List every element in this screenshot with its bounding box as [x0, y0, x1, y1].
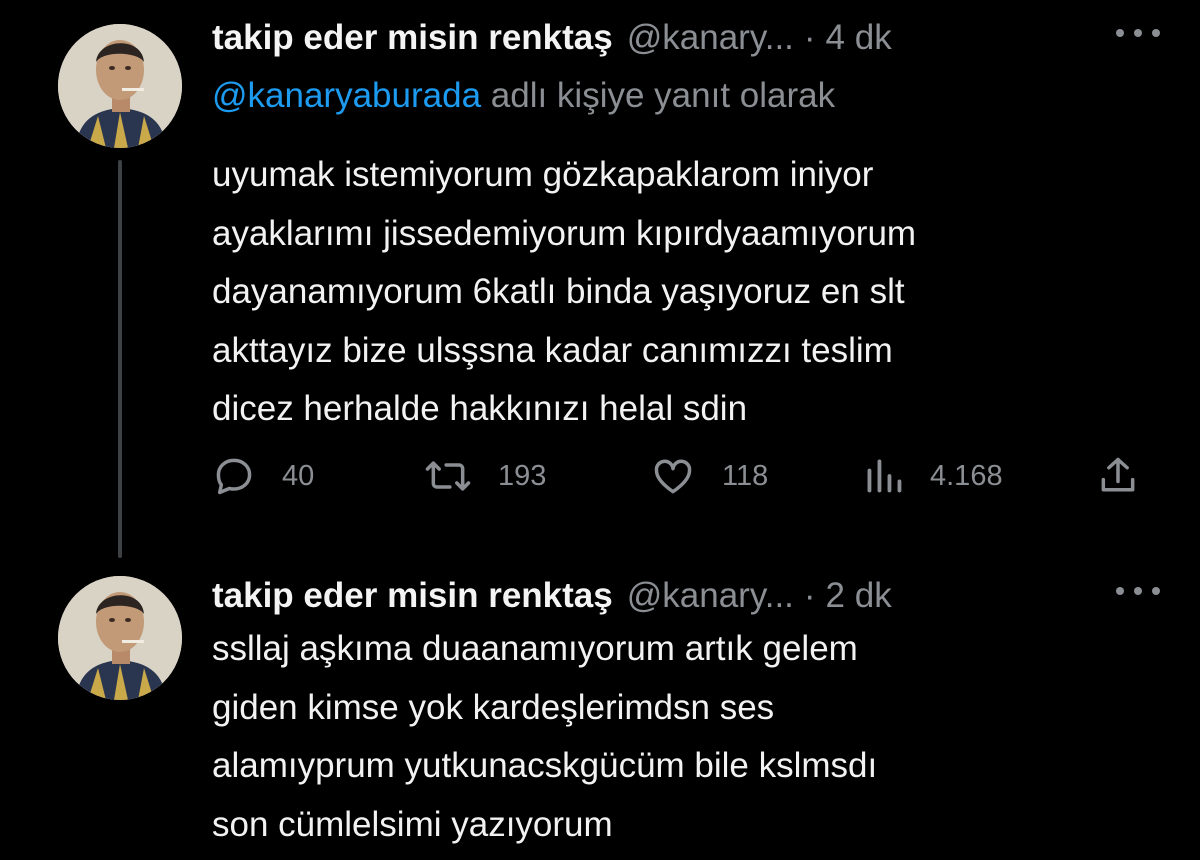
- tweet-text-line: giden kimse yok kardeşlerimdsn ses: [212, 687, 775, 727]
- avatar[interactable]: [58, 24, 182, 148]
- reply-icon: [216, 458, 252, 495]
- tweet-text-line: son cümlelsimi yazıyorum: [212, 804, 613, 844]
- tweet-text: uyumak istemiyorum gözkapaklarom iniyor …: [212, 146, 1152, 439]
- author-handle[interactable]: @kanary...: [627, 576, 794, 616]
- tweet-time[interactable]: 2 dk: [826, 576, 892, 616]
- tweet-text-line: uyumak istemiyorum gözkapaklarom iniyor: [212, 155, 874, 194]
- reply-count: 40: [282, 459, 315, 492]
- tweet-header: takip eder misin renktaş @kanary... · 4 …: [212, 16, 1160, 60]
- views-button[interactable]: 4.168: [864, 450, 1003, 502]
- thread-line: [118, 160, 122, 558]
- tweet-text: ssllaj aşkıma duaanamıyorum artık gelem …: [212, 620, 1152, 854]
- reply-to-link[interactable]: @kanaryaburada: [212, 76, 481, 115]
- reply-context: @kanaryaburada adlı kişiye yanıt olarak: [212, 76, 835, 116]
- avatar-image: [58, 576, 182, 700]
- author-name[interactable]: takip eder misin renktaş: [212, 18, 613, 58]
- author-name[interactable]: takip eder misin renktaş: [212, 576, 613, 616]
- share-button[interactable]: [1096, 450, 1140, 502]
- tweet-header: takip eder misin renktaş @kanary... · 2 …: [212, 574, 1160, 618]
- more-icon[interactable]: [1116, 22, 1160, 44]
- like-button[interactable]: 118: [650, 450, 768, 502]
- tweet-text-line: ayaklarımı jissedemiyorum kıpırdyaamıyor…: [212, 213, 917, 253]
- tweet-text-line: dayanamıyorum 6katlı binda yaşıyoruz en …: [212, 272, 905, 311]
- retweet-button[interactable]: 193: [424, 450, 546, 502]
- tweet[interactable]: takip eder misin renktaş @kanary... · 2 …: [0, 560, 1200, 860]
- tweet-text-line: alamıyprum yutkunacskgücüm bile kslmsdı: [212, 746, 878, 785]
- tweet-text-line: ssllaj aşkıma duaanamıyorum artık gelem: [212, 629, 858, 668]
- separator-dot: ·: [803, 576, 816, 615]
- tweet-text-line: akttayız bize ulsşsna kadar canımızzı te…: [212, 330, 893, 370]
- reply-button[interactable]: 40: [212, 450, 314, 502]
- author-handle[interactable]: @kanary...: [627, 18, 794, 58]
- retweet-count: 193: [498, 459, 547, 492]
- like-count: 118: [722, 459, 769, 492]
- views-count: 4.168: [930, 459, 1003, 492]
- views-icon: [867, 459, 902, 493]
- separator-dot: ·: [803, 18, 816, 57]
- heart-icon: [654, 459, 692, 494]
- share-icon: [1101, 457, 1135, 492]
- tweet[interactable]: takip eder misin renktaş @kanary... · 4 …: [0, 0, 1200, 560]
- reply-to-text: adlı kişiye yanıt olarak: [490, 76, 836, 115]
- retweet-icon: [425, 461, 471, 491]
- action-bar: 40 193 118 4.168: [212, 450, 1146, 502]
- avatar-image: [58, 24, 182, 148]
- tweet-time[interactable]: 4 dk: [826, 18, 892, 58]
- avatar[interactable]: [58, 576, 182, 700]
- tweet-text-line: dicez herhalde hakkınızı helal sdin: [212, 389, 748, 428]
- more-icon[interactable]: [1116, 580, 1160, 602]
